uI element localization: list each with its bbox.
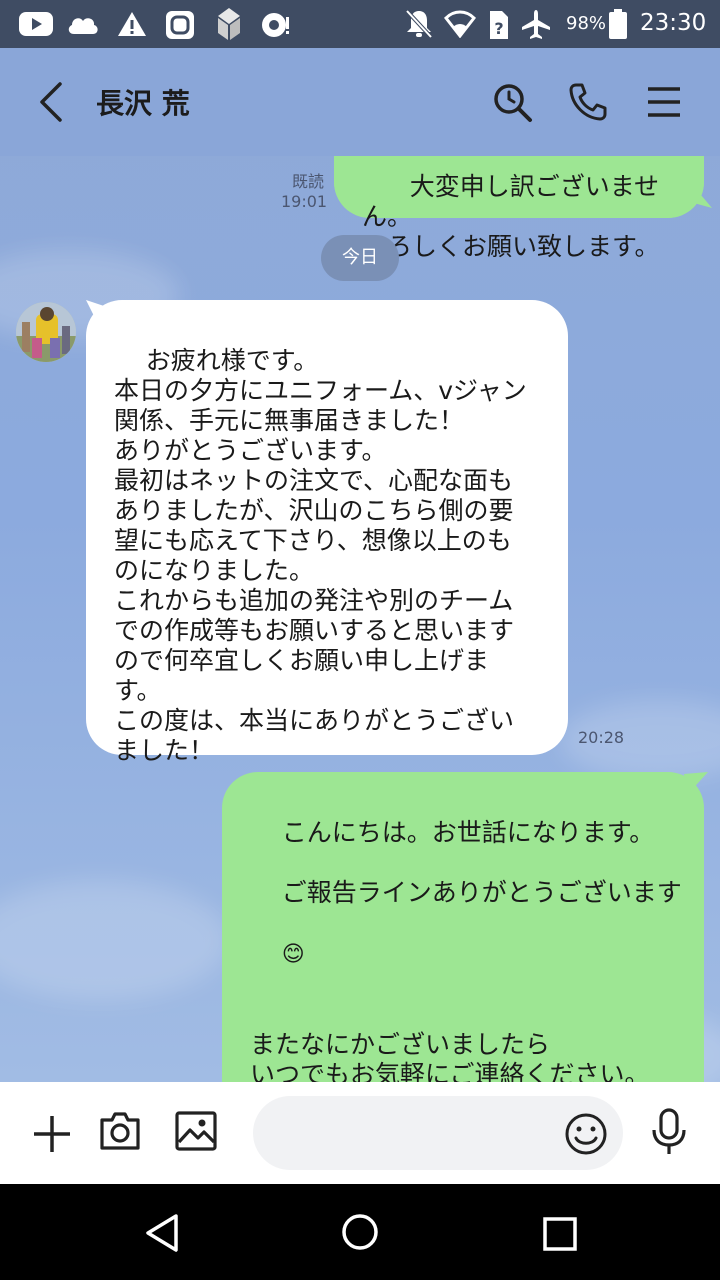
incoming-message-bubble[interactable]: お疲れ様です。 本日の夕方にユニフォーム、vジャン 関係、手元に無事届きました！… bbox=[86, 300, 568, 765]
message-time: 19:01 bbox=[281, 192, 328, 211]
message-text: お疲れ様です。 本日の夕方にユニフォーム、vジャン 関係、手元に無事届きました！… bbox=[114, 346, 527, 765]
svg-text:?: ? bbox=[494, 19, 503, 38]
previous-message-visible: 大変申し訳ございません。 よろしくお願い致します。 bbox=[334, 156, 704, 218]
chat-screen: ? 98% 23:30 長沢 荒 大変申し訳ございません。 よろしくお願い致しま… bbox=[0, 0, 720, 1280]
system-navigation-bar bbox=[0, 1184, 720, 1280]
message-input-bar bbox=[0, 1082, 720, 1184]
notifications-off-icon bbox=[404, 8, 434, 44]
smile-emoji-icon: 😊 bbox=[281, 942, 305, 967]
square-app-icon bbox=[164, 9, 196, 45]
outgoing-message-bubble[interactable]: こんにちは。お世話になります。 ご報告ラインありがとうございます 😊 またなにか… bbox=[222, 772, 704, 1207]
message-text-line: ご報告ラインありがとうございます bbox=[281, 878, 682, 907]
no-sim-icon: ? bbox=[486, 9, 510, 45]
nav-home-icon[interactable] bbox=[340, 1212, 380, 1256]
background-cloud bbox=[0, 880, 230, 1000]
puzzle-app-icon bbox=[210, 6, 248, 48]
cloud-icon bbox=[66, 12, 100, 40]
battery-percent: 98% bbox=[566, 13, 607, 34]
contact-avatar[interactable] bbox=[16, 302, 76, 362]
call-icon[interactable] bbox=[568, 82, 608, 126]
message-text-line: こんにちは。お世話になります。 bbox=[281, 818, 655, 847]
message-text: 大変申し訳ございません。 よろしくお願い致します。 bbox=[362, 172, 659, 218]
search-icon[interactable] bbox=[492, 82, 534, 128]
battery-icon bbox=[608, 8, 628, 44]
airplane-mode-icon bbox=[520, 8, 552, 44]
read-receipt: 既読 bbox=[292, 172, 325, 191]
menu-icon[interactable] bbox=[646, 86, 682, 122]
outgoing-message-bubble[interactable]: 大変申し訳ございません。 よろしくお願い致します。 bbox=[334, 156, 704, 218]
day-separator: 今日 bbox=[321, 235, 399, 281]
nav-back-icon[interactable] bbox=[142, 1212, 182, 1258]
warning-icon bbox=[117, 10, 147, 42]
wifi-icon bbox=[444, 10, 476, 42]
camera-icon[interactable] bbox=[98, 1110, 142, 1156]
nav-recents-icon[interactable] bbox=[542, 1216, 578, 1256]
message-time: 20:28 bbox=[578, 728, 625, 747]
plus-icon[interactable] bbox=[32, 1114, 72, 1158]
radio-app-icon bbox=[260, 9, 294, 45]
contact-name[interactable]: 長沢 荒 bbox=[96, 82, 190, 122]
image-icon[interactable] bbox=[174, 1110, 218, 1156]
status-bar: ? 98% 23:30 bbox=[0, 0, 720, 48]
emoji-icon[interactable] bbox=[564, 1112, 608, 1160]
status-time: 23:30 bbox=[640, 10, 707, 36]
microphone-icon[interactable] bbox=[650, 1108, 688, 1160]
youtube-icon bbox=[18, 10, 54, 42]
chat-header-overlay: 長沢 荒 bbox=[0, 48, 720, 154]
back-icon[interactable] bbox=[34, 80, 68, 128]
